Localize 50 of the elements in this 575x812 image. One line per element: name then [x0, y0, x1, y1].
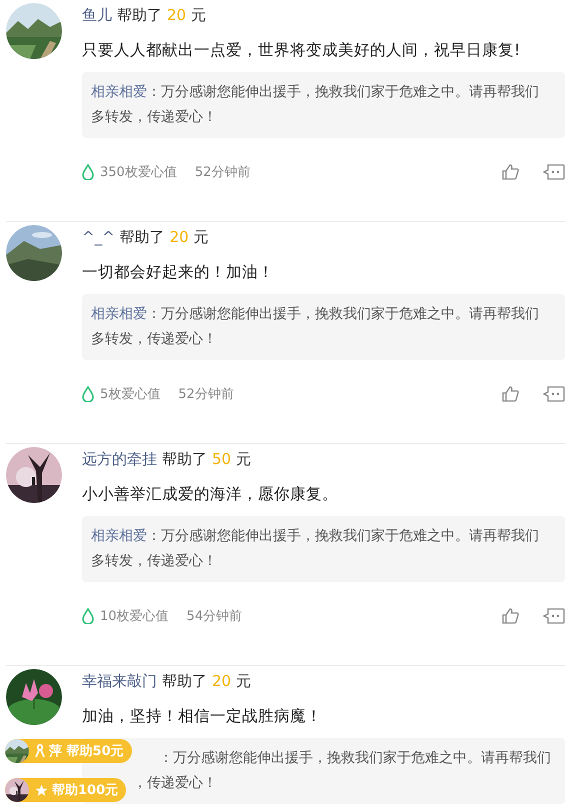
comment-icon[interactable] — [543, 608, 565, 624]
amount: 20 — [212, 671, 232, 691]
comment-text: 只要人人都献出一点爱，世界将变成美好的人间，祝早日康复! — [82, 40, 522, 60]
love-points: 5枚爱心值 — [100, 386, 160, 403]
thumbs-up-icon[interactable] — [502, 164, 519, 180]
comment-icon[interactable] — [543, 164, 565, 180]
reply-text: ，传递爱心！ — [133, 775, 217, 791]
comment-text: 加油，坚持！相信一定战胜病魔！ — [82, 706, 323, 726]
helped-label: 帮助了 — [162, 671, 207, 691]
amount: 20 — [167, 5, 186, 25]
thumbs-up-icon[interactable] — [502, 386, 519, 402]
droplet-icon — [82, 164, 94, 180]
reply-author[interactable]: 相亲相爱 — [91, 528, 147, 544]
timestamp: 52分钟前 — [178, 386, 234, 403]
currency-unit: 元 — [191, 5, 206, 25]
thumbs-up-icon[interactable] — [502, 608, 519, 624]
currency-unit: 元 — [236, 671, 252, 691]
amount: 20 — [170, 227, 189, 247]
toast-text: 萍 帮助50元 — [49, 743, 124, 760]
toast-text: 帮助100元 — [52, 782, 118, 799]
reply-text: ：万分感谢您能伸出援手，挽救我们家于危难之中。请再帮我们 — [147, 306, 539, 322]
reply-text: 多转发，传递爱心！ — [91, 109, 217, 125]
love-points: 10枚爱心值 — [100, 608, 169, 625]
ribbon-icon — [35, 744, 45, 758]
droplet-icon — [82, 608, 94, 624]
currency-unit: 元 — [236, 449, 252, 469]
star-icon — [35, 784, 48, 796]
reply-author[interactable]: 相亲相爱 — [91, 306, 147, 322]
comment-text: 小小善举汇成爱的海洋，愿你康复。 — [82, 484, 339, 504]
helped-label: 帮助了 — [120, 227, 165, 247]
comment-text: 一切都会好起来的！加油！ — [82, 262, 275, 282]
helped-label: 帮助了 — [162, 449, 207, 469]
user-name[interactable]: 鱼儿 — [82, 5, 112, 25]
user-name[interactable]: 远方的牵挂 — [82, 449, 157, 469]
comment-icon[interactable] — [543, 386, 565, 402]
amount: 50 — [212, 449, 232, 469]
reply-text: 多转发，传递爱心！ — [91, 331, 217, 347]
reply-text: ：万分感谢您能伸出援手，挽救我们家于危难之中。请再帮我们 — [147, 84, 539, 100]
user-name[interactable]: ^_^ — [82, 227, 115, 247]
currency-unit: 元 — [194, 227, 209, 247]
timestamp: 52分钟前 — [194, 164, 250, 181]
reply-text: 多转发，传递爱心！ — [91, 553, 217, 569]
reply-text: ：万分感谢您能伸出援手，挽救我们家于危难之中。请再帮我们 — [147, 528, 539, 544]
droplet-icon — [82, 386, 94, 402]
timestamp: 54分钟前 — [186, 608, 242, 625]
reply-text: ：万分感谢您能伸出援手，挽救我们家于危难之中。请再帮我们 — [159, 750, 551, 766]
love-points: 350枚爱心值 — [100, 164, 177, 181]
reply-author[interactable]: 相亲相爱 — [91, 84, 147, 100]
user-name[interactable]: 幸福来敲门 — [82, 671, 157, 691]
helped-label: 帮助了 — [117, 5, 162, 25]
